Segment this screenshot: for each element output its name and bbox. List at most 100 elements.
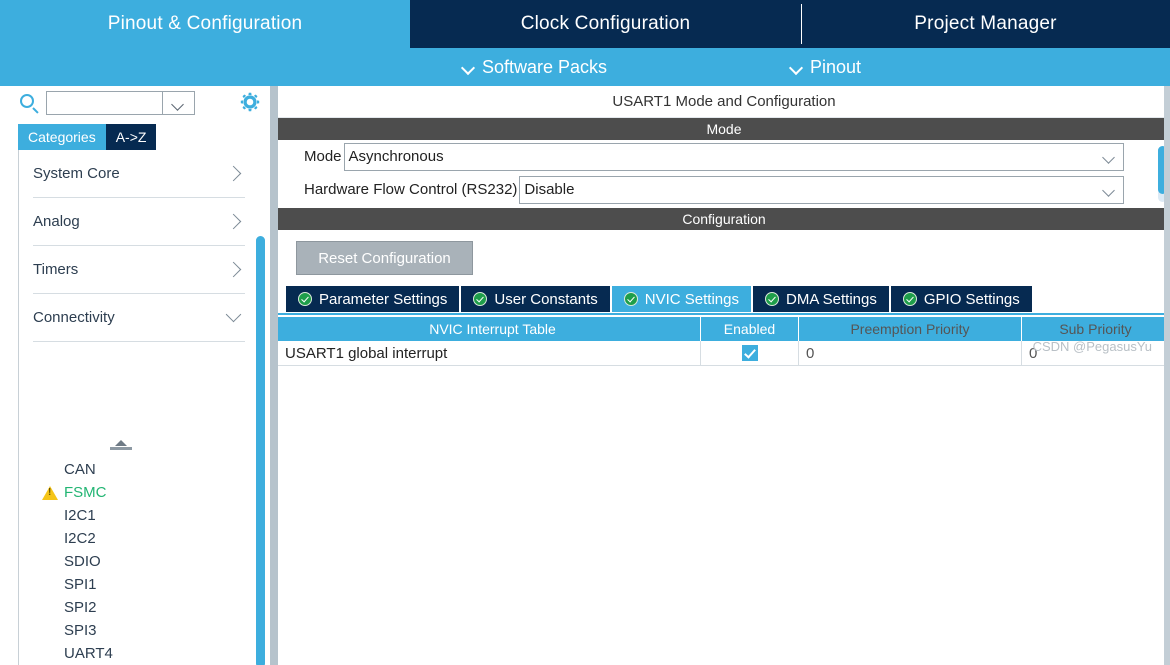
sidebar-item-connectivity[interactable]: Connectivity bbox=[33, 294, 245, 342]
main-tab-bar: Pinout & Configuration Clock Configurati… bbox=[0, 0, 1170, 48]
sidebar-scrollbar-thumb[interactable] bbox=[256, 236, 265, 665]
list-item-spi3-label: SPI3 bbox=[64, 622, 97, 639]
column-header-sub-priority: Sub Priority bbox=[1059, 321, 1132, 337]
search-icon bbox=[20, 94, 34, 108]
list-item-can[interactable]: CAN bbox=[18, 458, 253, 481]
search-input-wrapper[interactable] bbox=[46, 91, 163, 115]
sidebar-item-timers-label: Timers bbox=[33, 261, 79, 278]
chevron-down-icon bbox=[462, 63, 475, 71]
peripheral-list: CAN FSMC I2C1 I2C2 SDIO SPI1 SPI2 SPI bbox=[18, 458, 253, 665]
sidebar-item-analog[interactable]: Analog bbox=[33, 198, 245, 246]
tab-parameter-settings-label: Parameter Settings bbox=[319, 290, 448, 308]
tab-user-constants-label: User Constants bbox=[494, 290, 598, 308]
sidebar-item-timers[interactable]: Timers bbox=[33, 246, 245, 294]
hardware-flow-control-value: Disable bbox=[524, 181, 575, 198]
search-row bbox=[0, 86, 270, 122]
configuration-tab-strip: Parameter Settings User Constants NVIC S… bbox=[278, 286, 1170, 315]
configuration-panel: USART1 Mode and Configuration Mode Mode … bbox=[278, 86, 1170, 665]
mode-section: Mode Asynchronous Hardware Flow Control … bbox=[278, 140, 1170, 208]
tab-dma-settings[interactable]: DMA Settings bbox=[753, 286, 889, 312]
list-item-fsmc[interactable]: FSMC bbox=[18, 481, 253, 504]
right-panel-edge bbox=[1164, 86, 1170, 665]
sidebar-item-analog-label: Analog bbox=[33, 213, 80, 230]
list-item-spi3[interactable]: SPI3 bbox=[18, 619, 253, 642]
cell-preemption-priority[interactable]: 0 bbox=[799, 341, 1022, 365]
list-item-spi1[interactable]: SPI1 bbox=[18, 573, 253, 596]
watermark: CSDN @PegasusYu bbox=[1032, 339, 1152, 354]
mode-field-row: Mode Asynchronous bbox=[278, 140, 1170, 173]
column-header-preemption: Preemption Priority bbox=[799, 317, 1022, 341]
gear-icon[interactable] bbox=[240, 92, 260, 112]
chevron-down-icon bbox=[1102, 150, 1115, 164]
tab-nvic-settings-label: NVIC Settings bbox=[644, 290, 739, 308]
sidebar-item-connectivity-label: Connectivity bbox=[33, 309, 115, 326]
list-item-i2c2[interactable]: I2C2 bbox=[18, 527, 253, 550]
check-circle-icon bbox=[765, 292, 779, 306]
page-title: USART1 Mode and Configuration bbox=[278, 86, 1170, 118]
tab-nvic-settings[interactable]: NVIC Settings bbox=[611, 286, 751, 312]
menu-pinout[interactable]: Pinout bbox=[790, 48, 861, 86]
check-circle-icon bbox=[298, 292, 312, 306]
mode-field-label: Mode bbox=[304, 148, 342, 165]
search-input[interactable] bbox=[47, 92, 162, 114]
mode-select[interactable]: Asynchronous bbox=[343, 142, 1124, 171]
reset-configuration-button[interactable]: Reset Configuration bbox=[296, 241, 473, 275]
chevron-right-icon bbox=[225, 165, 242, 182]
reset-button-row: Reset Configuration bbox=[278, 230, 1170, 286]
tab-project-manager[interactable]: Project Manager bbox=[801, 0, 1170, 48]
nvic-table-header: NVIC Interrupt Table Enabled Preemption … bbox=[278, 317, 1170, 341]
peripheral-sidebar: Categories A->Z System Core Analog Timer… bbox=[0, 86, 270, 665]
tab-clock-configuration[interactable]: Clock Configuration bbox=[410, 0, 801, 48]
hardware-flow-control-row: Hardware Flow Control (RS232) Disable bbox=[278, 173, 1170, 206]
cell-enabled[interactable] bbox=[701, 341, 799, 365]
list-item-sdio[interactable]: SDIO bbox=[18, 550, 253, 573]
menu-software-packs[interactable]: Software Packs bbox=[462, 48, 607, 86]
tab-gpio-settings-label: GPIO Settings bbox=[923, 290, 1020, 308]
column-header-interrupt: NVIC Interrupt Table bbox=[278, 317, 701, 341]
check-circle-icon bbox=[473, 292, 488, 306]
list-item-fsmc-label: FSMC bbox=[64, 484, 107, 501]
chevron-right-icon bbox=[225, 213, 242, 230]
list-item-i2c1[interactable]: I2C1 bbox=[18, 504, 253, 527]
sidebar-item-system-core-label: System Core bbox=[33, 165, 120, 182]
menu-pinout-label: Pinout bbox=[810, 56, 862, 77]
tab-gpio-settings[interactable]: GPIO Settings bbox=[890, 286, 1032, 312]
list-scroll-up-button[interactable] bbox=[110, 438, 132, 456]
search-dropdown-button[interactable] bbox=[163, 91, 195, 115]
list-item-can-label: CAN bbox=[64, 461, 96, 478]
list-item-uart4[interactable]: UART4 bbox=[18, 642, 253, 665]
list-item-spi2-label: SPI2 bbox=[64, 599, 97, 616]
list-item-spi1-label: SPI1 bbox=[64, 576, 97, 593]
tab-clock-configuration-label: Clock Configuration bbox=[520, 13, 691, 34]
tab-a-to-z-label: A->Z bbox=[115, 129, 147, 145]
list-item-i2c1-label: I2C1 bbox=[64, 507, 96, 524]
check-circle-icon bbox=[902, 292, 917, 306]
tab-categories[interactable]: Categories bbox=[18, 124, 106, 150]
tab-project-manager-label: Project Manager bbox=[914, 13, 1057, 34]
cell-interrupt-name: USART1 global interrupt bbox=[278, 341, 701, 365]
column-header-enabled: Enabled bbox=[701, 317, 799, 341]
hardware-flow-control-label: Hardware Flow Control (RS232) bbox=[304, 181, 518, 198]
configuration-section: Reset Configuration Parameter Settings U… bbox=[278, 230, 1170, 366]
configuration-section-header: Configuration bbox=[278, 208, 1170, 230]
triangle-up-icon bbox=[115, 440, 127, 446]
list-item-i2c2-label: I2C2 bbox=[64, 530, 96, 547]
chevron-down-icon bbox=[1102, 183, 1115, 197]
list-item-spi2[interactable]: SPI2 bbox=[18, 596, 253, 619]
hardware-flow-control-select[interactable]: Disable bbox=[519, 175, 1124, 204]
tab-user-constants[interactable]: User Constants bbox=[461, 286, 610, 312]
tab-dma-settings-label: DMA Settings bbox=[786, 290, 877, 308]
chevron-right-icon bbox=[225, 261, 242, 278]
list-item-uart4-label: UART4 bbox=[64, 645, 113, 662]
tab-a-to-z[interactable]: A->Z bbox=[105, 124, 157, 150]
sub-menu-bar: Software Packs Pinout bbox=[0, 48, 1170, 86]
sidebar-item-system-core[interactable]: System Core bbox=[33, 150, 245, 198]
sidebar-scrollbar[interactable] bbox=[256, 236, 265, 665]
tab-categories-label: Categories bbox=[28, 129, 96, 145]
mode-section-header: Mode bbox=[278, 118, 1170, 140]
warning-triangle-icon bbox=[42, 485, 58, 500]
sidebar-view-tabs: Categories A->Z bbox=[18, 124, 157, 150]
checkbox-enabled[interactable] bbox=[741, 345, 758, 361]
tab-parameter-settings[interactable]: Parameter Settings bbox=[286, 286, 460, 312]
tab-pinout-configuration[interactable]: Pinout & Configuration bbox=[0, 0, 410, 48]
